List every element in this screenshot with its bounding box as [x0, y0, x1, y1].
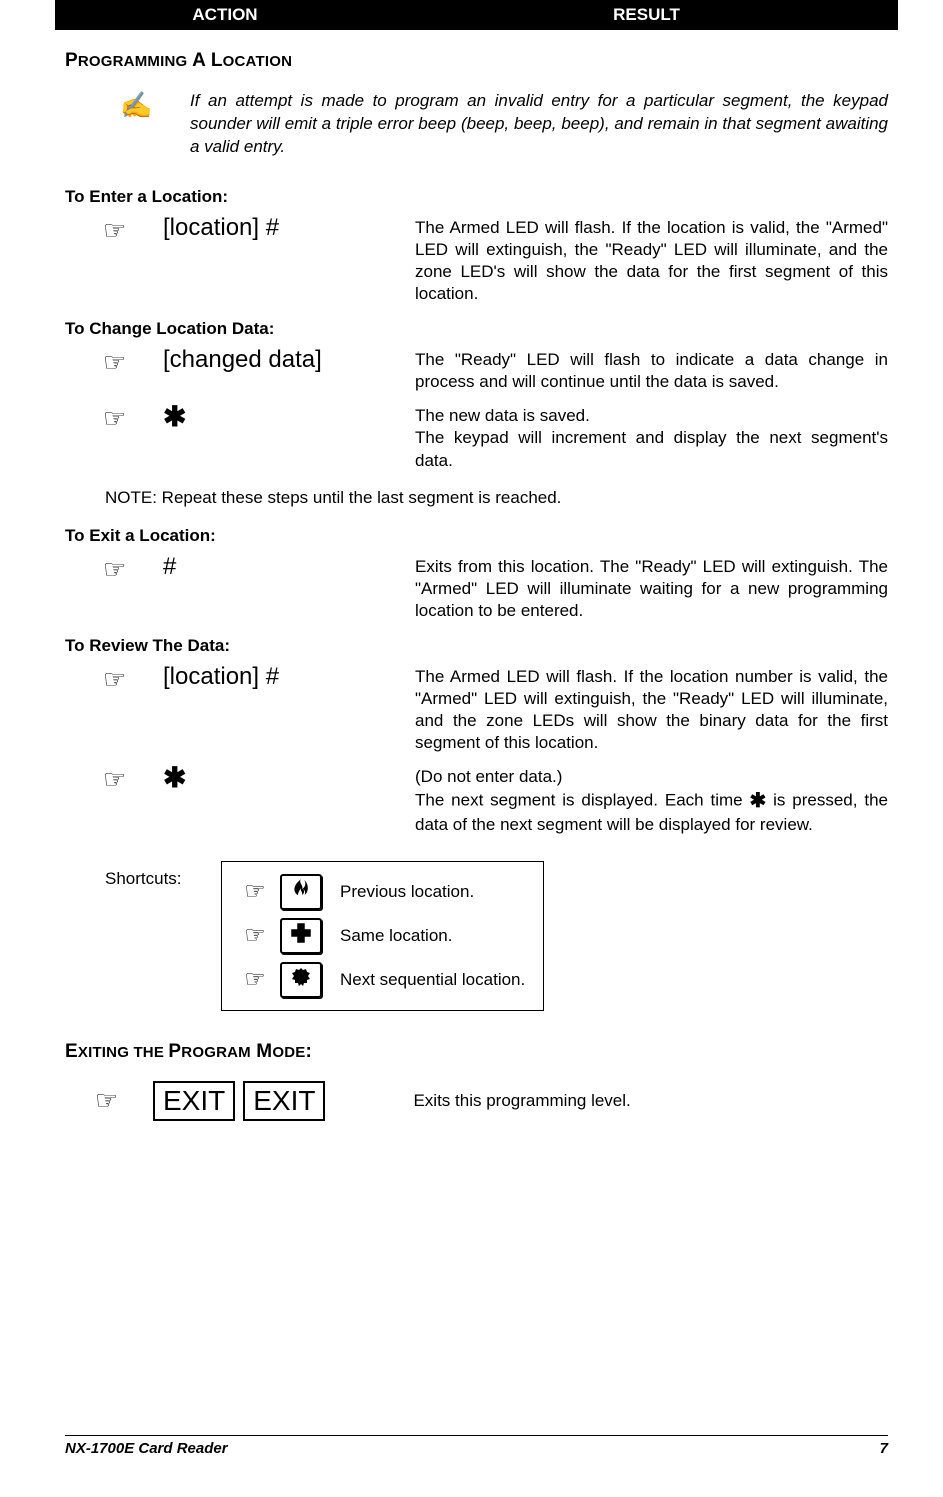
hand-icon: ☞ [230, 921, 280, 950]
exit-button: EXIT [153, 1081, 235, 1121]
result-exit-mode: Exits this programming level. [413, 1091, 888, 1111]
shortcut-row: ☞ Same location. [230, 914, 525, 958]
shortcut-text: Next sequential location. [340, 970, 525, 990]
shield-icon [280, 962, 322, 998]
note-repeat: NOTE: Repeat these steps until the last … [105, 488, 888, 508]
note-text: If an attempt is made to program an inva… [190, 90, 888, 159]
shortcut-text: Same location. [340, 926, 452, 946]
heading-enter-location: To Enter a Location: [65, 187, 888, 207]
hand-icon: ☞ [65, 347, 163, 378]
hand-icon: ☞ [65, 215, 163, 246]
result-enter-location: The Armed LED will flash. If the locatio… [415, 215, 888, 305]
result-changed-data: The "Ready" LED will flash to indicate a… [415, 347, 888, 393]
exit-button: EXIT [243, 1081, 325, 1121]
shortcut-row: ☞ Previous location. [230, 870, 525, 914]
shortcut-text: Previous location. [340, 882, 474, 902]
header-action: ACTION [55, 0, 395, 30]
star-icon: ✱ [749, 790, 766, 812]
result-review-star: (Do not enter data.) The next segment is… [415, 764, 888, 836]
flame-icon [280, 874, 322, 910]
header-result: RESULT [395, 0, 898, 30]
action-changed-data: [changed data] [163, 347, 415, 373]
table-header: ACTION RESULT [55, 0, 898, 30]
page-footer: NX-1700E Card Reader 7 [65, 1435, 888, 1457]
write-icon: ✍ [120, 90, 190, 121]
result-exit-location: Exits from this location. The "Ready" LE… [415, 554, 888, 622]
action-hash: # [163, 554, 415, 580]
star-key: ✱ [163, 762, 186, 793]
shortcuts-label: Shortcuts: [105, 861, 221, 889]
action-review-location: [location] # [163, 664, 415, 690]
hand-icon: ☞ [230, 965, 280, 994]
hand-icon: ☞ [65, 764, 163, 795]
hand-icon: ☞ [65, 664, 163, 695]
page-number: 7 [880, 1440, 888, 1457]
note-row: ✍ If an attempt is made to program an in… [120, 90, 888, 159]
hand-icon: ☞ [65, 1085, 153, 1116]
heading-exit-location: To Exit a Location: [65, 526, 888, 546]
section-exiting-program-mode: EXITING THE PROGRAM MODE: [65, 1041, 888, 1063]
section-programming-location: PROGRAMMING A LOCATION [65, 50, 888, 72]
shortcut-row: ☞ Next sequential location. [230, 958, 525, 1002]
footer-title: NX-1700E Card Reader [65, 1440, 228, 1457]
heading-change-data: To Change Location Data: [65, 319, 888, 339]
result-star-save: The new data is saved. The keypad will i… [415, 403, 888, 471]
result-review-location: The Armed LED will flash. If the locatio… [415, 664, 888, 754]
hand-icon: ☞ [65, 403, 163, 434]
plus-icon [280, 918, 322, 954]
shortcuts-box: ☞ Previous location. ☞ Same location. ☞ … [221, 861, 544, 1011]
star-key: ✱ [163, 401, 186, 432]
action-enter-location: [location] # [163, 215, 415, 241]
hand-icon: ☞ [230, 877, 280, 906]
hand-icon: ☞ [65, 554, 163, 585]
heading-review-data: To Review The Data: [65, 636, 888, 656]
